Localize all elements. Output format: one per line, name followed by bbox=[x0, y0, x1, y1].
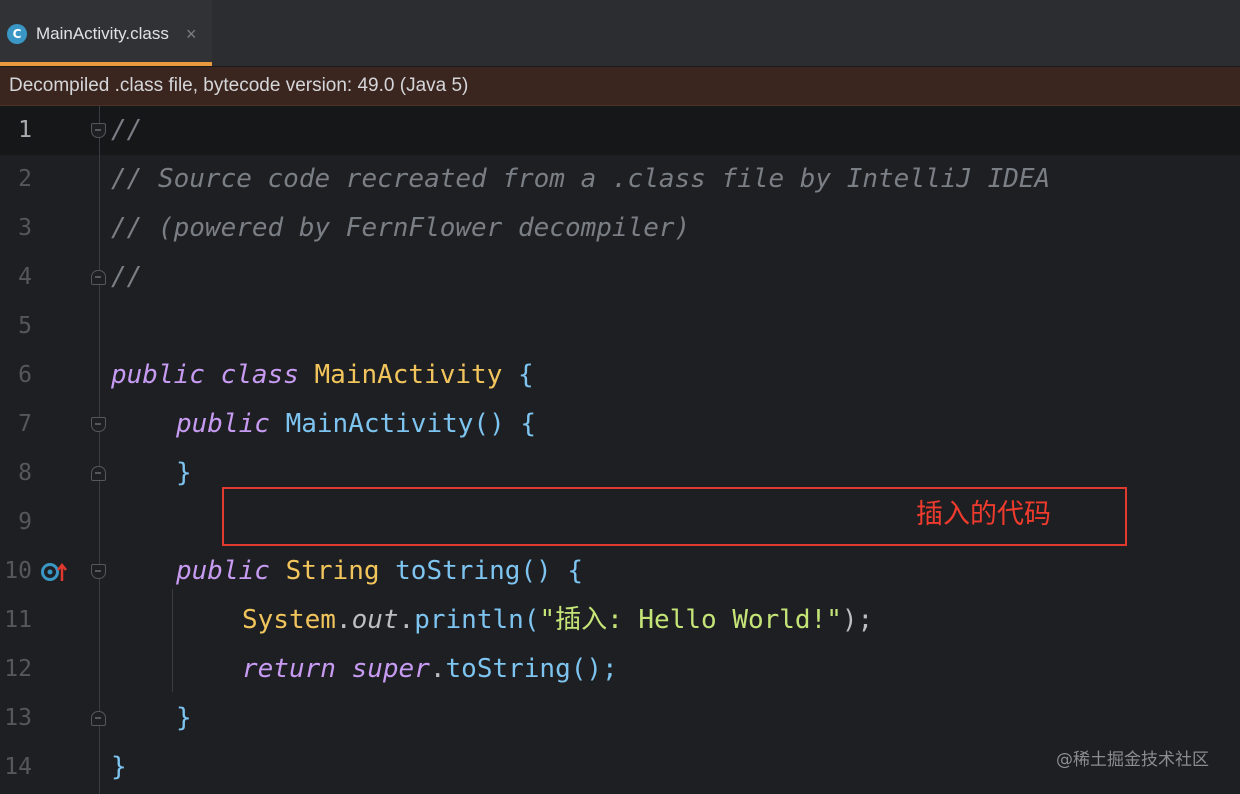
code-line-1[interactable]: 1 // bbox=[0, 106, 1240, 155]
brace-token: } bbox=[176, 703, 192, 733]
tab-label: MainActivity.class bbox=[36, 24, 169, 43]
paren-token: (); bbox=[570, 654, 618, 684]
brace-token: } bbox=[176, 458, 192, 488]
code-line-2[interactable]: 2 // Source code recreated from a .class… bbox=[0, 155, 1240, 204]
code-line-6[interactable]: 6 public class MainActivity { bbox=[0, 351, 1240, 400]
paren-token: () bbox=[520, 556, 552, 586]
close-icon[interactable]: × bbox=[186, 22, 197, 46]
fold-close-icon[interactable] bbox=[91, 711, 106, 726]
code-line-12[interactable]: 12 return super.toString(); bbox=[0, 645, 1240, 694]
code-text: // bbox=[111, 106, 142, 155]
comment-token: // (powered by FernFlower decompiler) bbox=[111, 213, 691, 243]
line-number: 12 bbox=[4, 656, 32, 682]
java-class-icon: C bbox=[7, 24, 27, 44]
code-line-3[interactable]: 3 // (powered by FernFlower decompiler) bbox=[0, 204, 1240, 253]
brace-token: { bbox=[520, 409, 537, 439]
line-number: 4 bbox=[18, 264, 32, 290]
function-token: println bbox=[414, 605, 524, 635]
editor-tab-bar: C MainActivity.class × bbox=[0, 0, 1240, 67]
fold-close-icon[interactable] bbox=[91, 270, 106, 285]
function-token: toString bbox=[445, 654, 571, 684]
class-name-token: String bbox=[285, 556, 380, 586]
code-text: } bbox=[111, 743, 127, 792]
watermark: @稀土掘金技术社区 bbox=[1056, 750, 1209, 770]
fold-open-icon[interactable] bbox=[91, 417, 106, 432]
keyword-token: public bbox=[176, 409, 270, 439]
inserted-code-annotation: 插入的代码 bbox=[916, 499, 1051, 530]
tab-mainactivity-class[interactable]: C MainActivity.class × bbox=[0, 0, 212, 66]
string-token: "插入: Hello World!" bbox=[539, 605, 842, 635]
brace-token: { bbox=[567, 556, 584, 586]
code-line-5[interactable]: 5 bbox=[0, 302, 1240, 351]
dot-token: . bbox=[335, 605, 352, 635]
code-text: // (powered by FernFlower decompiler) bbox=[111, 204, 690, 253]
comment-token: // bbox=[111, 262, 143, 292]
fold-close-icon[interactable] bbox=[91, 466, 106, 481]
code-line-14[interactable]: 14 } bbox=[0, 743, 1240, 792]
decompiled-banner: Decompiled .class file, bytecode version… bbox=[0, 67, 1240, 106]
paren-token: ( bbox=[523, 605, 540, 635]
override-method-icon[interactable] bbox=[40, 561, 68, 583]
brace-token: { bbox=[518, 360, 534, 390]
code-text: } bbox=[176, 694, 192, 743]
keyword-token: public bbox=[111, 360, 205, 390]
line-number: 3 bbox=[18, 215, 32, 241]
code-text: public MainActivity() { bbox=[176, 400, 536, 449]
line-number: 5 bbox=[18, 313, 32, 339]
keyword-token: public bbox=[176, 556, 270, 586]
code-line-4[interactable]: 4 // bbox=[0, 253, 1240, 302]
code-text: public class MainActivity { bbox=[111, 351, 534, 400]
banner-text: Decompiled .class file, bytecode version… bbox=[9, 75, 469, 96]
class-name-token: System bbox=[242, 605, 336, 635]
code-text: return super.toString(); bbox=[242, 645, 618, 694]
dot-token: . bbox=[398, 605, 415, 635]
line-number: 10 bbox=[4, 558, 32, 584]
keyword-token: return bbox=[242, 654, 336, 684]
function-token: toString bbox=[395, 556, 521, 586]
code-line-13[interactable]: 13 } bbox=[0, 694, 1240, 743]
line-number: 2 bbox=[18, 166, 32, 192]
code-text: public String toString() { bbox=[176, 547, 583, 596]
line-number: 13 bbox=[4, 705, 32, 731]
code-text: } bbox=[176, 449, 192, 498]
line-number: 6 bbox=[18, 362, 32, 388]
paren-token: () bbox=[473, 409, 505, 439]
keyword-token: class bbox=[220, 360, 299, 390]
class-name-token: MainActivity bbox=[314, 360, 503, 390]
line-number: 8 bbox=[18, 460, 32, 486]
line-number: 11 bbox=[4, 607, 32, 633]
comment-token: // Source code recreated from a .class f… bbox=[111, 164, 1051, 194]
fold-open-icon[interactable] bbox=[91, 564, 106, 579]
brace-token: } bbox=[111, 752, 127, 782]
line-number: 1 bbox=[18, 117, 32, 143]
code-editor[interactable]: 1 // 2 // Source code recreated from a .… bbox=[0, 106, 1240, 794]
keyword-token: super bbox=[351, 654, 430, 684]
line-number: 7 bbox=[18, 411, 32, 437]
fold-open-icon[interactable] bbox=[91, 123, 106, 138]
field-token: out bbox=[351, 605, 399, 635]
code-line-7[interactable]: 7 public MainActivity() { bbox=[0, 400, 1240, 449]
dot-token: . bbox=[429, 654, 446, 684]
punctuation-token: ); bbox=[841, 605, 874, 635]
line-number: 9 bbox=[18, 509, 32, 535]
code-line-11[interactable]: 11 System.out.println("插入: Hello World!"… bbox=[0, 596, 1240, 645]
line-number: 14 bbox=[4, 754, 32, 780]
code-text: // bbox=[111, 253, 142, 302]
code-text: // Source code recreated from a .class f… bbox=[111, 155, 1050, 204]
code-text: System.out.println("插入: Hello World!"); bbox=[242, 596, 873, 645]
function-token: MainActivity bbox=[285, 409, 474, 439]
code-line-10[interactable]: 10 public String toString() { bbox=[0, 547, 1240, 596]
comment-token: // bbox=[111, 115, 143, 145]
